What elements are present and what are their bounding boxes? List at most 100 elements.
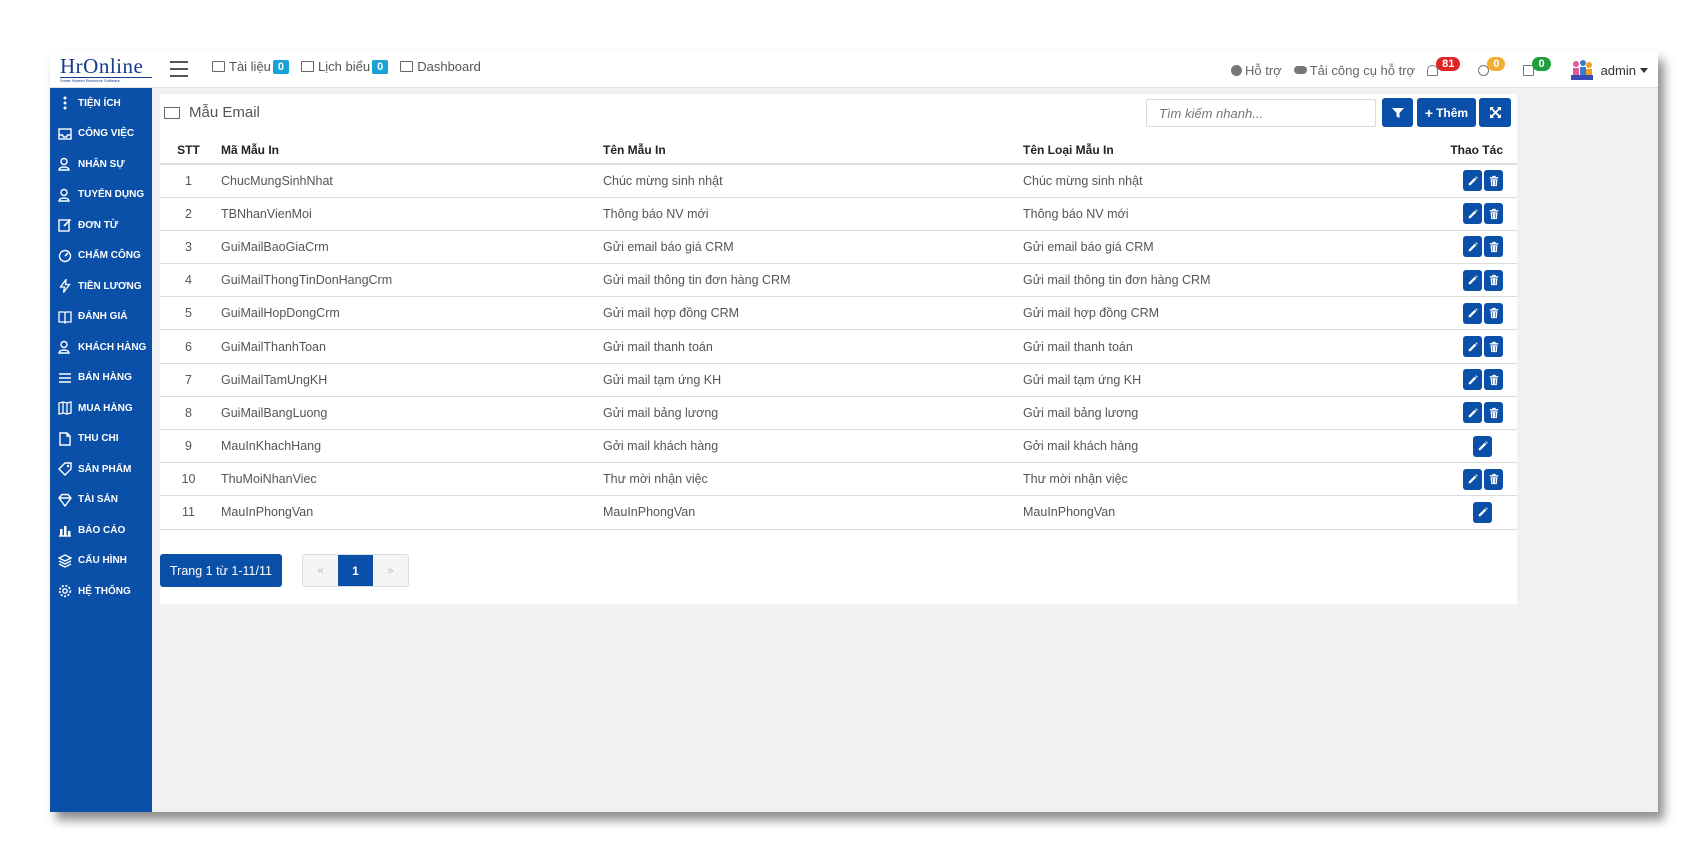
- sidebar-item-label: KHÁCH HÀNG: [78, 341, 147, 353]
- table-row[interactable]: 3 GuiMailBaoGiaCrm Gửi email báo giá CRM Gử…: [160, 230, 1517, 265]
- edit-button[interactable]: [1463, 269, 1482, 291]
- delete-button[interactable]: [1484, 236, 1503, 258]
- sidebar-item[interactable]: NHÂN SỰ: [50, 149, 152, 180]
- bolt-icon: [59, 279, 71, 294]
- sidebar-item[interactable]: THU CHI: [50, 424, 152, 455]
- edit-button[interactable]: [1463, 468, 1482, 490]
- notification-mail[interactable]: 0: [1523, 57, 1552, 77]
- delete-button[interactable]: [1484, 170, 1503, 192]
- edit-button[interactable]: [1463, 170, 1482, 192]
- trash-icon: [1489, 175, 1498, 186]
- name-cell: Gửi email báo giá CRM: [603, 230, 1023, 265]
- col-stt-header[interactable]: STT: [160, 136, 217, 165]
- edit-button[interactable]: [1463, 203, 1482, 225]
- logo-text: HrOnline: [60, 54, 144, 78]
- avatar[interactable]: [1569, 59, 1595, 81]
- topnav-documents[interactable]: Tài liệu 0: [212, 59, 290, 74]
- trash-icon: [1489, 374, 1498, 385]
- sidebar-item[interactable]: SẢN PHẨM: [50, 454, 152, 485]
- globe-count-badge: 0: [1487, 57, 1506, 71]
- type-cell: Gửi mail hợp đồng CRM: [1023, 296, 1423, 331]
- table-row[interactable]: 10 ThuMoiNhanViec Thư mời nhận việc Thư mời…: [160, 462, 1517, 497]
- fullscreen-button[interactable]: [1479, 98, 1511, 127]
- search-input[interactable]: [1146, 99, 1376, 127]
- edit-button[interactable]: [1473, 435, 1492, 457]
- page-button-current[interactable]: 1: [337, 555, 373, 586]
- stt-cell: 7: [160, 363, 217, 397]
- table-row[interactable]: 2 TBNhanVienMoi Thông báo NV mới Thông báo …: [160, 197, 1517, 231]
- prev-page-button[interactable]: «: [302, 555, 338, 586]
- name-cell: Gửi mail bảng lương: [603, 396, 1023, 431]
- delete-button[interactable]: [1484, 402, 1503, 424]
- table-row[interactable]: 1 ChucMungSinhNhat Chúc mừng sinh nhật Chúc…: [160, 164, 1517, 198]
- code-cell: TBNhanVienMoi: [217, 197, 603, 231]
- main-panel: Mẫu Email + Thêm STT Mã Mẫu In: [160, 94, 1517, 604]
- sidebar-item[interactable]: BÁO CÁO: [50, 515, 152, 546]
- delete-button[interactable]: [1484, 302, 1503, 324]
- sidebar-item[interactable]: TUYỂN DỤNG: [50, 180, 152, 211]
- edit-button[interactable]: [1463, 369, 1482, 391]
- table-row[interactable]: 11 MauInPhongVan MauInPhongVan MauInPhongVa…: [160, 495, 1517, 530]
- col-name-header[interactable]: Tên Mẫu In: [603, 136, 1023, 165]
- user-menu[interactable]: admin: [1601, 63, 1648, 78]
- sidebar-item[interactable]: CHẤM CÔNG: [50, 241, 152, 272]
- support-link[interactable]: Hỗ trợ: [1231, 63, 1282, 78]
- list-icon: [59, 373, 71, 383]
- download-tools-link[interactable]: Tải công cụ hỗ trợ: [1293, 63, 1415, 78]
- sidebar-item[interactable]: CẤU HÌNH: [50, 546, 152, 577]
- delete-button[interactable]: [1484, 203, 1503, 225]
- pencil-icon: [1468, 242, 1478, 252]
- table-row[interactable]: 6 GuiMailThanhToan Gửi mail thanh toán Gửi …: [160, 329, 1517, 364]
- delete-button[interactable]: [1484, 369, 1503, 391]
- col-code-header[interactable]: Mã Mẫu In: [217, 136, 603, 165]
- table-row[interactable]: 7 GuiMailTamUngKH Gửi mail tạm ứng KH Gửi m…: [160, 363, 1517, 397]
- sidebar-item[interactable]: TIỀN LƯƠNG: [50, 271, 152, 302]
- sidebar-item[interactable]: KHÁCH HÀNG: [50, 332, 152, 363]
- trash-icon: [1489, 341, 1498, 352]
- stt-cell: 8: [160, 396, 217, 431]
- delete-button[interactable]: [1484, 468, 1503, 490]
- notification-bell[interactable]: 81: [1427, 57, 1462, 77]
- sidebar-item[interactable]: ĐƠN TỪ: [50, 210, 152, 241]
- username: admin: [1600, 62, 1636, 78]
- code-cell: MauInKhachHang: [217, 429, 603, 464]
- logo[interactable]: HrOnline Smart Human Resource Software: [60, 56, 152, 86]
- sidebar-item[interactable]: BÁN HÀNG: [50, 363, 152, 394]
- edit-button[interactable]: [1463, 302, 1482, 324]
- sidebar-item[interactable]: ĐÁNH GIÁ: [50, 302, 152, 333]
- action-cell: [1423, 197, 1517, 231]
- table-row[interactable]: 5 GuiMailHopDongCrm Gửi mail hợp đồng CRM G…: [160, 296, 1517, 331]
- sidebar-item[interactable]: TÀI SẢN: [50, 485, 152, 516]
- topnav-calendar[interactable]: Lịch biểu 0: [301, 59, 389, 74]
- stt-cell: 11: [160, 495, 217, 530]
- table-row[interactable]: 9 MauInKhachHang Gởi mail khách hàng Gởi ma…: [160, 429, 1517, 464]
- table-row[interactable]: 4 GuiMailThongTinDonHangCrm Gửi mail thông…: [160, 263, 1517, 298]
- add-button[interactable]: + Thêm: [1417, 98, 1476, 127]
- edit-button[interactable]: [1463, 236, 1482, 258]
- edit-button[interactable]: [1463, 336, 1482, 358]
- sidebar-item[interactable]: HỆ THỐNG: [50, 576, 152, 607]
- support-label: Hỗ trợ: [1245, 62, 1282, 78]
- sidebar-item[interactable]: TIỆN ÍCH: [50, 88, 152, 119]
- col-type-header[interactable]: Tên Loại Mẫu In: [1023, 136, 1423, 165]
- type-cell: Thư mời nhận việc: [1023, 462, 1423, 497]
- menu-toggle-icon[interactable]: [170, 61, 188, 77]
- edit-button[interactable]: [1463, 402, 1482, 424]
- templates-table: STT Mã Mẫu In Tên Mẫu In Tên Loại Mẫu In…: [160, 136, 1517, 530]
- table-row[interactable]: 8 GuiMailBangLuong Gửi mail bảng lương Gửi …: [160, 396, 1517, 431]
- sidebar-item[interactable]: CÔNG VIỆC: [50, 119, 152, 150]
- stt-cell: 6: [160, 329, 217, 364]
- notification-globe[interactable]: 0: [1478, 57, 1507, 77]
- next-page-button[interactable]: »: [372, 555, 408, 586]
- pager: « 1 »: [301, 554, 409, 587]
- sidebar-item[interactable]: MUA HÀNG: [50, 393, 152, 424]
- delete-button[interactable]: [1484, 336, 1503, 358]
- filter-button[interactable]: [1382, 98, 1413, 127]
- action-cell: [1423, 396, 1517, 431]
- edit-button[interactable]: [1473, 501, 1492, 523]
- delete-button[interactable]: [1484, 269, 1503, 291]
- topnav-dashboard[interactable]: Dashboard: [400, 59, 481, 74]
- page-title: Mẫu Email: [164, 104, 260, 121]
- action-cell: [1423, 296, 1517, 331]
- pencil-icon: [1468, 176, 1478, 186]
